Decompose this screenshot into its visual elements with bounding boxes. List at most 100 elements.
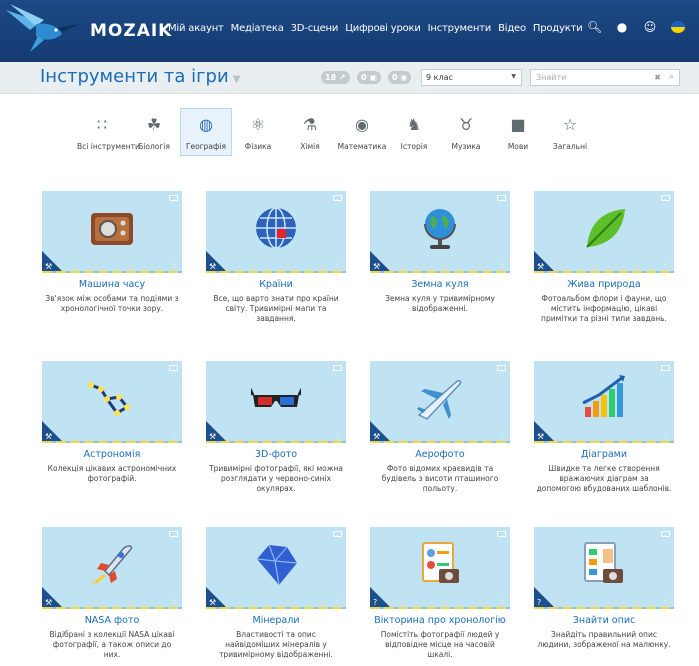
card-thumbnail[interactable]: ⚒ ⋮ <box>534 191 674 273</box>
card-title[interactable]: Земна куля <box>370 279 510 290</box>
card-description: Відібрані з колекції NASA цікаві фотогра… <box>49 630 175 659</box>
nav-my-account[interactable]: Мій акаунт <box>168 23 224 34</box>
mozaik-logo[interactable]: MOZAIK <box>90 21 172 41</box>
speech-icon: ■ <box>510 115 526 134</box>
tab-chemistry[interactable]: ⚗ Хімія <box>284 108 336 156</box>
more-options-icon[interactable]: ⋮ <box>662 431 670 439</box>
card-title[interactable]: Знайти опис <box>534 615 674 626</box>
nav-products[interactable]: Продукти <box>533 23 583 34</box>
card-thumbnail[interactable]: ? ⋮ <box>534 527 674 609</box>
more-options-icon[interactable]: ⋮ <box>498 431 506 439</box>
card-title[interactable]: Астрономія <box>42 449 182 460</box>
card-thumbnail[interactable]: ? ⋮ <box>370 527 510 609</box>
progress-strip <box>206 271 346 273</box>
card-title[interactable]: Вікторина про хронологію <box>370 615 510 626</box>
card-title[interactable]: Аерофото <box>370 449 510 460</box>
user-icon[interactable]: ☺ <box>643 20 657 34</box>
tab-languages[interactable]: ■ Мови <box>492 108 544 156</box>
nav-video[interactable]: Відео <box>498 23 526 34</box>
card-thumbnail[interactable]: ⚒ ⋮ <box>206 361 346 443</box>
nav-3d-scenes[interactable]: 3D-сцени <box>291 23 339 34</box>
preview-badge-icon <box>497 531 506 537</box>
nav-digital-lessons[interactable]: Цифрові уроки <box>345 23 421 34</box>
card-thumbnail[interactable]: ⚒ ⋮ <box>42 361 182 443</box>
tools-count-badge[interactable]: 18 ↗ <box>321 71 350 84</box>
tab-mathematics[interactable]: ◉ Математика <box>336 108 388 156</box>
helmet-icon: ♞ <box>406 115 422 134</box>
more-options-icon[interactable]: ⋮ <box>662 597 670 605</box>
tab-all-tools[interactable]: ∷ Всі інструменти <box>76 108 140 156</box>
card-title[interactable]: Машина часу <box>42 279 182 290</box>
card-thumbnail[interactable]: ⚒ ⋮ <box>42 191 182 273</box>
tool-card-aerial-photo[interactable]: ⚒ ⋮ Аерофото Фото відомих краєвидів та б… <box>370 361 510 494</box>
progress-strip <box>370 271 510 273</box>
shared-count-badge[interactable]: 0 ◉ <box>388 71 412 84</box>
tab-physics[interactable]: ⚛ Фізика <box>232 108 284 156</box>
card-title[interactable]: Мінерали <box>206 615 346 626</box>
card-thumbnail[interactable]: ⚒ ⋮ <box>370 191 510 273</box>
airplane-icon <box>417 380 462 420</box>
tab-history[interactable]: ♞ Історія <box>388 108 440 156</box>
tool-card-earth-globe[interactable]: ⚒ ⋮ Земна куля Земна куля у тривимірному… <box>370 191 510 314</box>
card-title[interactable]: Країни <box>206 279 346 290</box>
hummingbird-logo-icon[interactable] <box>0 0 92 62</box>
grade-select[interactable]: 9 клас ▼ <box>421 69 522 86</box>
card-description: Фотоальбом флори і фауни, що містить інф… <box>541 294 667 323</box>
favorites-count-badge[interactable]: 0 ▣ <box>357 71 381 84</box>
more-options-icon[interactable]: ⋮ <box>170 597 178 605</box>
tool-card-time-machine[interactable]: ⚒ ⋮ Машина часу Зв'язок між особами та п… <box>42 191 182 314</box>
card-description: Швидке та легке створення вражаючих діаг… <box>536 464 672 493</box>
radio-icon <box>91 213 133 245</box>
card-thumbnail[interactable]: ⚒ ⋮ <box>370 361 510 443</box>
ukraine-flag-icon[interactable] <box>671 21 685 33</box>
tool-card-find-description[interactable]: ? ⋮ Знайти опис Знайдіть правильний опис… <box>534 527 674 650</box>
clear-icon[interactable]: ✖ <box>654 73 661 82</box>
tab-music[interactable]: ♉ Музика <box>440 108 492 156</box>
tool-card-chronology-quiz[interactable]: ? ⋮ Вікторина про хронологію Помістіть ф… <box>370 527 510 660</box>
more-options-icon[interactable]: ⋮ <box>170 431 178 439</box>
card-thumbnail[interactable]: ⚒ ⋮ <box>42 527 182 609</box>
more-options-icon[interactable]: ⋮ <box>334 431 342 439</box>
tool-card-countries[interactable]: ⚒ ⋮ Країни Все, що варто знати про країн… <box>206 191 346 324</box>
preview-badge-icon <box>661 531 670 537</box>
nav-media-library[interactable]: Медіатека <box>231 23 284 34</box>
tool-card-minerals[interactable]: ⚒ ⋮ Мінерали Властивості та опис найвідо… <box>206 527 346 660</box>
card-title[interactable]: Діаграми <box>534 449 674 460</box>
globe-icon: ◍ <box>199 115 213 134</box>
more-options-icon[interactable]: ⋮ <box>170 261 178 269</box>
card-title[interactable]: NASA фото <box>42 615 182 626</box>
page-title[interactable]: Інструменти та ігри ▼ <box>40 66 240 87</box>
tool-card-astronomy[interactable]: ⚒ ⋮ Астрономія Колекція цікавих астроном… <box>42 361 182 484</box>
nav-tools[interactable]: Інструменти <box>428 23 492 34</box>
more-options-icon[interactable]: ⋮ <box>662 261 670 269</box>
more-options-icon[interactable]: ⋮ <box>334 261 342 269</box>
tab-general[interactable]: ☆ Загальні <box>544 108 596 156</box>
more-options-icon[interactable]: ⋮ <box>334 597 342 605</box>
more-options-icon[interactable]: ⋮ <box>498 261 506 269</box>
chevron-down-icon[interactable]: ▼ <box>233 74 241 85</box>
main-nav: Мій акаунт Медіатека 3D-сцени Цифрові ур… <box>168 23 583 34</box>
tool-card-diagrams[interactable]: ⚒ ⋮ Діаграми Швидке та легке створення в… <box>534 361 674 494</box>
tool-card-3d-photo[interactable]: ⚒ ⋮ 3D-фото Тривимірні фотографії, які м… <box>206 361 346 494</box>
search-icon[interactable]: ⌕ <box>669 72 674 82</box>
card-title[interactable]: Жива природа <box>534 279 674 290</box>
search-icon[interactable]: 🔍︎ <box>587 20 602 34</box>
card-thumbnail[interactable]: ⚒ ⋮ <box>206 191 346 273</box>
chat-icon[interactable]: ● <box>615 20 629 34</box>
bar-chart-icon <box>582 375 625 417</box>
search-input[interactable]: Знайти ✖ ⌕ <box>530 69 680 86</box>
card-thumbnail[interactable]: ⚒ ⋮ <box>206 527 346 609</box>
card-description: Земна куля у тривимірному відображенні. <box>385 294 495 313</box>
preview-badge-icon <box>497 365 506 371</box>
tool-card-wildlife[interactable]: ⚒ ⋮ Жива природа Фотоальбом флори і фаун… <box>534 191 674 324</box>
card-thumbnail[interactable]: ⚒ ⋮ <box>534 361 674 443</box>
tab-biology[interactable]: ☘ Біологія <box>128 108 180 156</box>
progress-strip <box>370 441 510 443</box>
tool-card-nasa-photo[interactable]: ⚒ ⋮ NASA фото Відібрані з колекції NASA … <box>42 527 182 660</box>
tool-icon: ⚒ <box>209 262 217 271</box>
tool-icon: ⚒ <box>209 598 217 607</box>
tab-geography[interactable]: ◍ Географія <box>180 108 232 156</box>
globe-grid-icon <box>256 207 296 249</box>
card-title[interactable]: 3D-фото <box>206 449 346 460</box>
more-options-icon[interactable]: ⋮ <box>498 597 506 605</box>
